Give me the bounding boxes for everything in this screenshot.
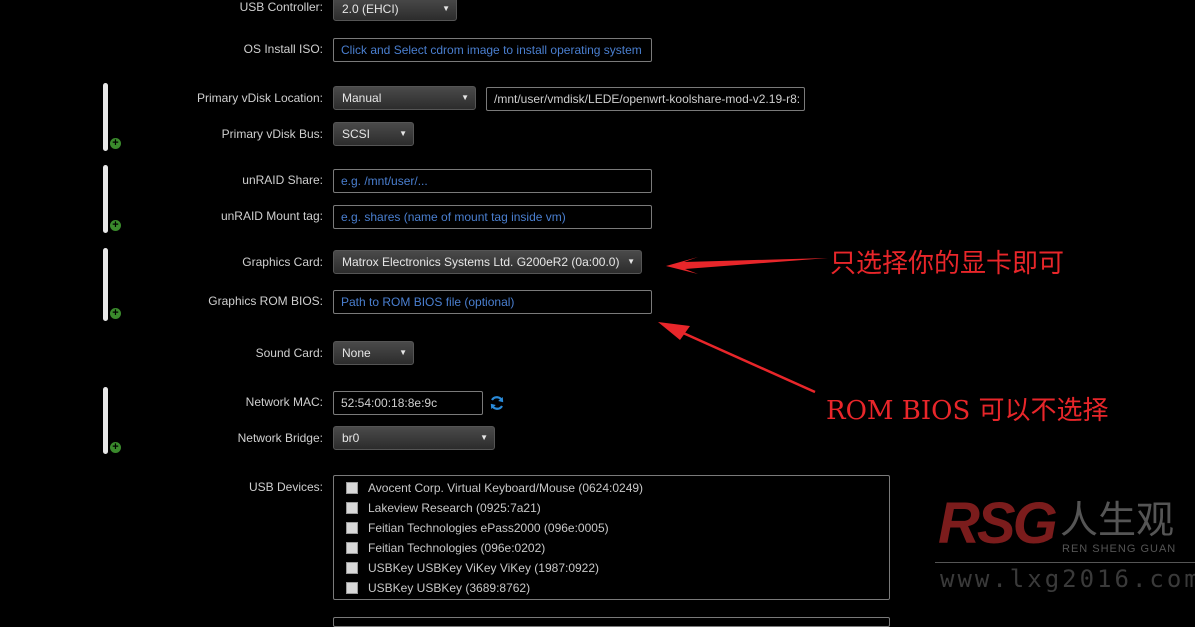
rom-annotation: ROM BIOS 可以不选择 <box>826 396 1109 426</box>
watermark-logo: RSG <box>938 491 1058 556</box>
watermark-url: www.lxg2016.com <box>940 565 1195 593</box>
arrow-to-rom-bios-shaft <box>671 326 816 394</box>
watermark-cn: 人生观 <box>1060 500 1175 542</box>
arrow-to-graphics-card <box>666 257 828 274</box>
watermark-divider <box>935 562 1195 563</box>
graphics-annotation: 只选择你的显卡即可 <box>830 249 1065 279</box>
watermark-sub: REN SHENG GUAN <box>1062 543 1177 555</box>
arrow-to-rom-bios-head <box>658 322 690 340</box>
